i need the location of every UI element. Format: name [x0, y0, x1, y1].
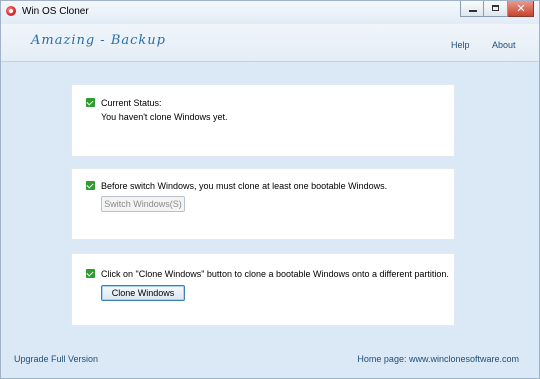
upgrade-link[interactable]: Upgrade Full Version	[14, 354, 98, 364]
clone-windows-button[interactable]: Clone Windows	[101, 285, 185, 301]
app-header: Amazing - Backup Help About	[1, 24, 539, 62]
check-icon	[86, 269, 95, 278]
switch-message: Before switch Windows, you must clone at…	[101, 181, 388, 191]
caption-buttons: ✕	[460, 1, 534, 17]
maximize-icon	[492, 5, 499, 11]
close-button[interactable]: ✕	[508, 1, 534, 17]
homepage-link[interactable]: Home page: www.winclonesoftware.com	[357, 354, 519, 364]
switch-panel: Before switch Windows, you must clone at…	[71, 168, 455, 240]
logo: Amazing - Backup	[31, 33, 166, 48]
minimize-button[interactable]	[460, 1, 484, 17]
app-window: Win OS Cloner ✕ Amazing - Backup Help Ab…	[0, 0, 540, 379]
status-label: Current Status:	[101, 98, 162, 108]
check-icon	[86, 181, 95, 190]
switch-windows-button[interactable]: Switch Windows(S)	[101, 196, 185, 212]
check-icon	[86, 98, 95, 107]
clone-message: Click on "Clone Windows" button to clone…	[101, 269, 449, 279]
status-panel: Current Status: You haven't clone Window…	[71, 84, 455, 157]
app-icon	[6, 6, 16, 16]
clone-panel: Click on "Clone Windows" button to clone…	[71, 253, 455, 326]
status-text: You haven't clone Windows yet.	[101, 112, 228, 122]
maximize-button[interactable]	[484, 1, 508, 17]
about-link[interactable]: About	[492, 40, 516, 50]
help-link[interactable]: Help	[451, 40, 470, 50]
minimize-icon	[469, 10, 477, 12]
window-title: Win OS Cloner	[22, 6, 89, 17]
close-icon: ✕	[516, 3, 526, 15]
title-bar[interactable]: Win OS Cloner ✕	[1, 1, 539, 24]
